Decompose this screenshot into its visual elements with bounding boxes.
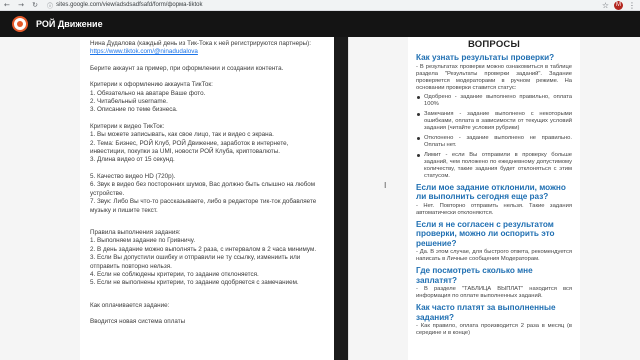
address-bar[interactable]: sites.google.com/view/adsdsadfsafd/form/… — [56, 2, 202, 8]
tiktok-link[interactable]: https://www.tiktok.com/@ninadudalova — [90, 48, 198, 55]
faq-title: ВОПРОСЫ — [467, 39, 520, 50]
video-criteria-title: Критерии к видео ТикТок: — [90, 122, 165, 130]
pane-divider — [348, 37, 349, 360]
list-item: 1. Вы можете записывать, как свое лицо, … — [90, 131, 274, 139]
list-item: Отклонено - задание выполнено не правиль… — [416, 135, 572, 149]
faq-pane: ВОПРОСЫ Как узнать результаты проверки? … — [408, 37, 580, 360]
list-item: Одобрено - задание выполнено правильно, … — [416, 94, 572, 108]
list-item: 1. Выполняем задание по Гривничу. — [90, 237, 196, 245]
faq-question: Если я не согласен с результатом проверк… — [416, 219, 555, 248]
faq-question: Как часто платят за выполненные задания? — [416, 303, 556, 322]
example-text: Берите аккаунт за пример, при оформлении… — [90, 64, 284, 72]
account-criteria-title: Критерии к оформлению аккаунта ТикТок: — [90, 81, 213, 89]
scrollbar-strip[interactable] — [334, 37, 348, 360]
faq-question: Если мое задание отклонили, можно ли вып… — [416, 182, 566, 202]
list-item: Лимит - если Вы отправили в проверку бол… — [416, 152, 572, 180]
site-logo-icon[interactable] — [12, 16, 28, 32]
nav-buttons-icon[interactable]: ← → ↻ — [4, 1, 41, 9]
faq-answer: - Да. В этом случае, для быстрого ответа… — [416, 249, 572, 262]
rules: Правила выполнения задания: 1. Выполняем… — [90, 229, 324, 288]
site-info-icon[interactable]: ⓘ — [47, 1, 53, 10]
list-item: 3. Описание по теме бизнеса. — [90, 106, 178, 114]
intro-line: Нина Дудалова (каждый день из Тик-Тока к… — [90, 40, 311, 47]
faq-question: Как узнать результаты проверки? — [416, 53, 555, 62]
rules-title: Правила выполнения задания: — [90, 228, 181, 236]
text-cursor-icon: I — [384, 181, 387, 190]
faq-question: Где посмотреть сколько мне заплатят? — [416, 266, 533, 285]
bookmark-star-icon[interactable]: ☆ — [602, 1, 609, 10]
site-header: РОЙ Движение — [0, 11, 640, 37]
faq-answer: - Нет. Повторно отправить нельзя. Такие … — [416, 202, 572, 216]
list-item: Замечания - задание выполнено с некоторы… — [416, 111, 572, 132]
browser-bar: ← → ↻ ⓘ sites.google.com/view/adsdsadfsa… — [0, 0, 640, 11]
faq-answer: - В разделе "ТАБЛИЦА ВЫПЛАТ" находится в… — [416, 286, 572, 299]
payment-line: Вводится новая система оплаты — [90, 318, 186, 326]
list-item: 2. Тема: Бизнес, РОЙ Клуб, РОЙ Движение,… — [90, 139, 289, 156]
site-title[interactable]: РОЙ Движение — [36, 19, 103, 29]
list-item: 1. Обязательно на аватаре Ваше фото. — [90, 89, 206, 97]
list-item: 5. Если не выполнены критерии, то задани… — [90, 279, 299, 287]
list-item: 3. Если Вы допустили ошибку и отправили … — [90, 254, 301, 270]
list-item: 3. Длина видео от 15 секунд. — [90, 156, 175, 164]
status-list: Одобрено - задание выполнено правильно, … — [416, 94, 572, 180]
faq-answer: - В результатах проверки можно ознакомит… — [416, 63, 572, 91]
instructions-pane: Нина Дудалова (каждый день из Тик-Тока к… — [80, 37, 334, 360]
profile-avatar[interactable]: M — [614, 1, 623, 10]
account-criteria: Критерии к оформлению аккаунта ТикТок: 1… — [90, 81, 324, 115]
payment-title: Как оплачивается задание: — [90, 301, 170, 309]
video-criteria: Критерии к видео ТикТок: 1. Вы можете за… — [90, 123, 324, 165]
list-item: 2. В день задание можно выполнять 2 раза… — [90, 245, 317, 253]
list-item: 6. Звук в видео без посторонних шумов, В… — [90, 181, 316, 197]
list-item: 7. Звук: Либо Вы что-то рассказываете, л… — [90, 198, 317, 214]
quality-criteria: 5. Качество видео HD (720p). 6. Звук в в… — [90, 173, 324, 215]
browser-menu-icon[interactable]: ⋮ — [628, 1, 636, 10]
faq-answer: - Как правило, оплата производится 2 раз… — [416, 323, 572, 336]
